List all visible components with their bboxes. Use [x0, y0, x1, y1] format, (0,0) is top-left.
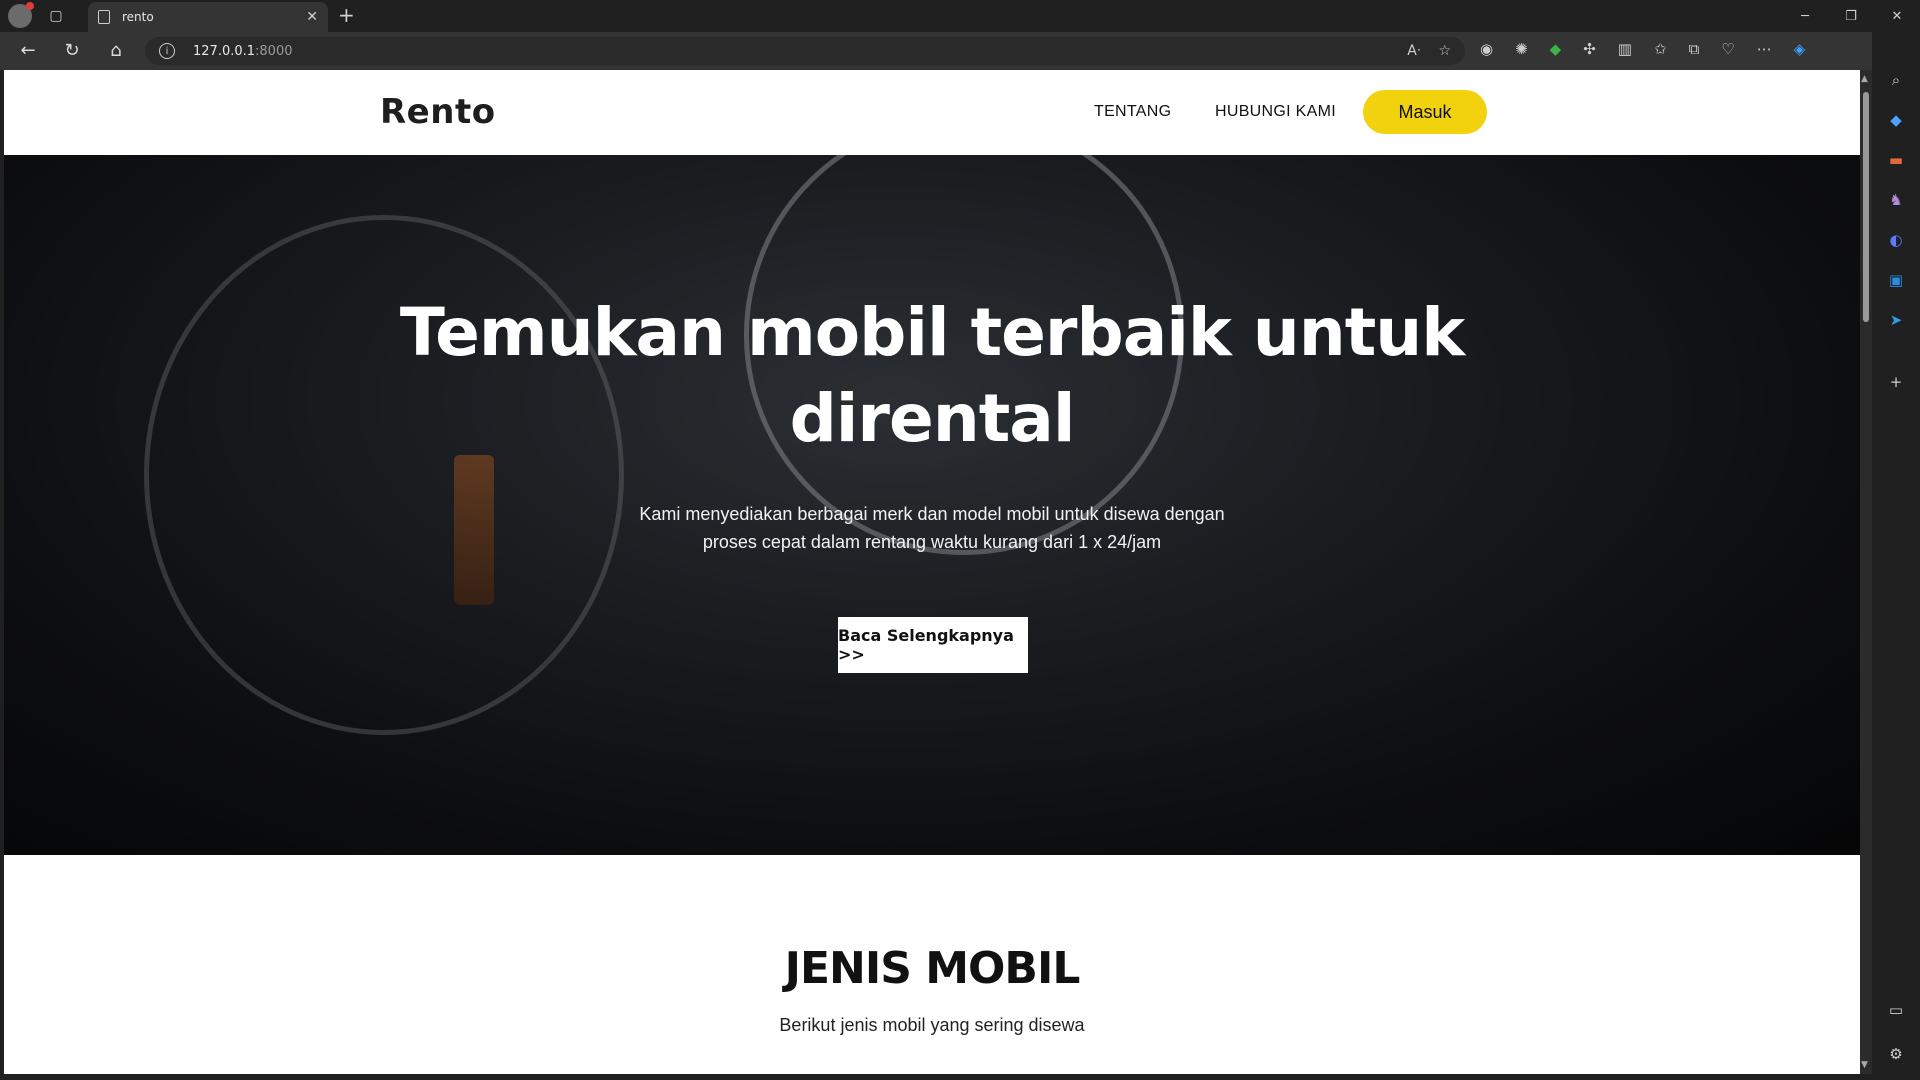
hero-banner: Temukan mobil terbaik untuk dirental Kam…: [4, 155, 1860, 855]
extensions-puzzle-icon[interactable]: ✣: [1583, 40, 1596, 58]
page-document-icon: [98, 10, 110, 24]
favorite-star-icon[interactable]: ☆: [1438, 43, 1451, 59]
extension-green-icon[interactable]: ◆: [1550, 40, 1562, 58]
hero-title-line1: Temukan mobil terbaik untuk: [399, 294, 1465, 371]
back-icon[interactable]: ←: [16, 40, 40, 61]
hero-subtitle-line1: Kami menyediakan berbagai merk dan model…: [639, 504, 1225, 524]
url-port: :8000: [255, 43, 293, 59]
browser-tab-bar: ▢ rento ✕ + ─ ❐ ✕: [0, 0, 1920, 32]
split-screen-icon[interactable]: ▥: [1618, 40, 1632, 58]
toolbox-icon[interactable]: ▬: [1884, 148, 1908, 172]
page-viewport: Rento TENTANG HUBUNGI KAMI Masuk Temukan…: [4, 70, 1860, 1074]
login-button[interactable]: Masuk: [1363, 90, 1487, 134]
address-bar[interactable]: i 127.0.0.1:8000 Aᐧ ☆: [145, 37, 1465, 65]
hero-subtitle: Kami menyediakan berbagai merk dan model…: [584, 500, 1280, 556]
hero-title: Temukan mobil terbaik untuk dirental: [4, 290, 1860, 462]
section-title: JENIS MOBIL: [784, 943, 1081, 994]
minimize-button[interactable]: ─: [1782, 0, 1828, 32]
scrollbar-thumb[interactable]: [1863, 92, 1869, 322]
browser-essentials-icon[interactable]: ♡: [1721, 40, 1734, 58]
browser-sidebar: ⌕ ◆ ▬ ♞ ◐ ▣ ➤ + ▭ ⚙: [1872, 32, 1920, 1080]
scroll-down-icon[interactable]: ▼: [1861, 1060, 1868, 1070]
close-window-button[interactable]: ✕: [1874, 0, 1920, 32]
screenshot-icon[interactable]: ▭: [1884, 998, 1908, 1022]
car-types-section: JENIS MOBIL Berikut jenis mobil yang ser…: [4, 855, 1860, 1074]
add-sidebar-icon[interactable]: +: [1884, 370, 1908, 394]
toolbar-extensions: ◉ ✺ ◆ ✣ ▥ ✩ ⧉ ♡ ⋯ ◈: [1480, 40, 1805, 58]
copilot-icon[interactable]: ◈: [1794, 40, 1806, 58]
scroll-up-icon[interactable]: ▲: [1861, 74, 1868, 84]
shopping-tag-icon[interactable]: ◆: [1884, 108, 1908, 132]
restore-button[interactable]: ❐: [1828, 0, 1874, 32]
games-icon[interactable]: ♞: [1884, 188, 1908, 212]
site-header: Rento TENTANG HUBUNGI KAMI Masuk: [4, 70, 1860, 155]
hero-subtitle-line2: proses cepat dalam rentang waktu kurang …: [702, 532, 1162, 552]
extension-circle-icon[interactable]: ◉: [1480, 40, 1493, 58]
copilot-sidebar-icon[interactable]: ◐: [1884, 228, 1908, 252]
nav-link-about[interactable]: TENTANG: [1094, 103, 1171, 121]
nav-link-contact[interactable]: HUBUNGI KAMI: [1215, 103, 1336, 121]
refresh-icon[interactable]: ↻: [60, 40, 84, 61]
new-tab-icon[interactable]: +: [338, 5, 355, 25]
window-bottom-edge: [0, 1074, 1920, 1080]
read-more-button[interactable]: Baca Selengkapnya >>: [838, 617, 1028, 673]
tab-title: rento: [122, 10, 154, 24]
browser-toolbar: ← ↻ ⌂ i 127.0.0.1:8000 Aᐧ ☆ ◉ ✺ ◆ ✣ ▥ ✩ …: [0, 32, 1920, 70]
site-logo[interactable]: Rento: [380, 92, 496, 132]
sidebar-settings-gear-icon[interactable]: ⚙: [1884, 1042, 1908, 1066]
send-icon[interactable]: ➤: [1884, 308, 1908, 332]
read-aloud-icon[interactable]: Aᐧ: [1407, 43, 1420, 59]
site-info-icon[interactable]: i: [159, 43, 175, 59]
collections-icon[interactable]: ⧉: [1689, 40, 1700, 58]
more-menu-icon[interactable]: ⋯: [1757, 40, 1772, 58]
favorites-icon[interactable]: ✩: [1654, 40, 1667, 58]
profile-avatar[interactable]: [8, 2, 34, 28]
page-scrollbar[interactable]: ▲ ▼: [1860, 70, 1872, 1074]
tab-bar-left: ▢: [8, 2, 72, 28]
browser-tab[interactable]: rento ✕: [88, 2, 328, 32]
hero-title-line2: dirental: [789, 380, 1076, 457]
url-host: 127.0.0.1: [193, 43, 256, 59]
tab-actions-icon[interactable]: ▢: [40, 4, 72, 28]
window-controls: ─ ❐ ✕: [1782, 0, 1920, 32]
home-icon[interactable]: ⌂: [104, 40, 128, 61]
section-subtitle: Berikut jenis mobil yang sering disewa: [779, 1015, 1085, 1035]
search-icon[interactable]: ⌕: [1884, 68, 1908, 92]
extension-gear-icon[interactable]: ✺: [1515, 40, 1528, 58]
tab-close-icon[interactable]: ✕: [306, 9, 318, 25]
address-bar-actions: Aᐧ ☆: [1407, 43, 1451, 59]
outlook-icon[interactable]: ▣: [1884, 268, 1908, 292]
